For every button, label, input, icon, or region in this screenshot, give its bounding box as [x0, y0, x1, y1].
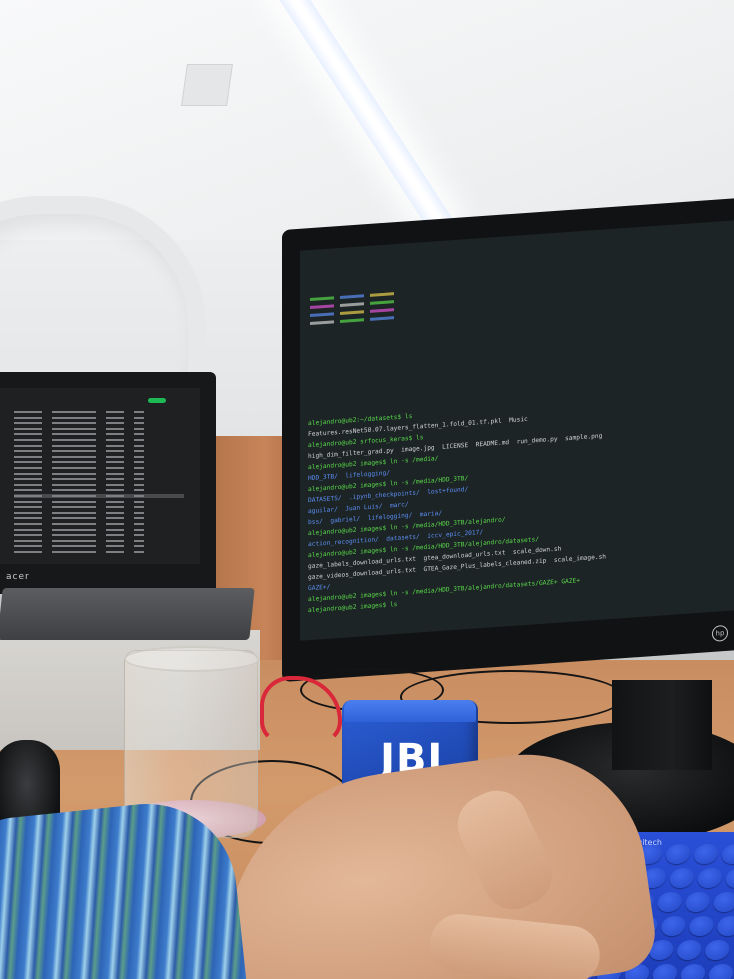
keyboard-key	[664, 844, 692, 864]
music-list-row	[14, 455, 184, 459]
music-list-row	[14, 533, 184, 537]
keyboard-key	[668, 868, 696, 888]
keyboard-key	[703, 940, 731, 960]
music-list-row	[14, 427, 184, 431]
keyboard-key	[675, 940, 703, 960]
music-list-row	[14, 410, 184, 414]
terminal-text-block	[370, 308, 394, 313]
monitor: alejandro@ub2:~/datasets$ ls Features.res…	[282, 197, 734, 682]
keyboard-key	[679, 964, 707, 979]
terminal-text-block	[340, 318, 364, 323]
laptop-keyboard-deck	[0, 588, 255, 640]
music-list-row	[14, 522, 184, 526]
keyboard-key	[651, 964, 679, 979]
terminal-text-block	[310, 296, 334, 302]
green-button	[148, 398, 166, 403]
terminal-line: high_dim_filter_grad.py image.jpg LICENS…	[308, 432, 603, 461]
keyboard-key	[711, 892, 734, 912]
terminal-line: GAZE+/	[308, 583, 331, 593]
terminal-line: alejandro@ub2 images$ ln -s /media/HDD_3…	[308, 577, 580, 604]
terminal-text-block	[370, 292, 394, 297]
keyboard-key	[715, 916, 734, 936]
monitor-neck	[612, 680, 712, 770]
keyboard-key	[707, 964, 734, 979]
monitor-brand-logo: hp	[712, 624, 728, 642]
music-list-row	[14, 505, 184, 509]
music-list-row	[14, 500, 184, 504]
music-list-row	[14, 444, 184, 448]
music-list-row	[14, 472, 184, 476]
keyboard-key	[696, 868, 724, 888]
keyboard-key	[724, 868, 734, 888]
keyboard-key	[655, 892, 684, 912]
music-list-row	[14, 550, 184, 554]
keyboard-key	[683, 892, 712, 912]
music-list-row	[14, 544, 184, 548]
keyboard-key	[659, 916, 688, 936]
music-list-row	[14, 460, 184, 464]
music-list-row	[14, 466, 184, 470]
laptop: acer	[0, 372, 220, 602]
music-list-row	[14, 438, 184, 442]
keyboard-key	[720, 844, 734, 864]
terminal-text-block	[310, 320, 334, 326]
terminal-text-block	[340, 302, 364, 307]
terminal-text-block	[310, 304, 334, 310]
terminal-text-block	[370, 316, 394, 321]
music-list-row	[14, 528, 184, 532]
music-list-row	[14, 421, 184, 425]
keyboard-key	[687, 916, 716, 936]
terminal-line: alejandro@ub2 images$ ls	[308, 600, 398, 615]
music-list-row	[14, 488, 184, 492]
music-list-row	[14, 511, 184, 515]
music-list-row	[14, 416, 184, 420]
terminal-screen: alejandro@ub2:~/datasets$ ls Features.res…	[300, 219, 734, 641]
glass-rim	[124, 646, 260, 672]
music-list-row	[14, 516, 184, 520]
music-list-row	[14, 432, 184, 436]
laptop-lid: acer	[0, 372, 216, 594]
speaker-top	[344, 700, 476, 722]
terminal-text-block	[340, 294, 364, 299]
music-list-row	[14, 477, 184, 481]
terminal-text-block	[310, 312, 334, 318]
laptop-screen	[0, 388, 200, 564]
terminal-text-block	[370, 300, 394, 305]
laptop-brand-logo: acer	[6, 572, 30, 582]
keyboard-key	[692, 844, 720, 864]
music-list-row	[14, 494, 184, 498]
ceiling-vent	[181, 64, 233, 106]
photo-scene: acer alejandro@ub2:~/datasets$ ls Feature…	[0, 0, 734, 979]
terminal-text-block	[340, 310, 364, 315]
music-list-row	[14, 483, 184, 487]
music-list-row	[14, 449, 184, 453]
music-list-row	[14, 539, 184, 543]
